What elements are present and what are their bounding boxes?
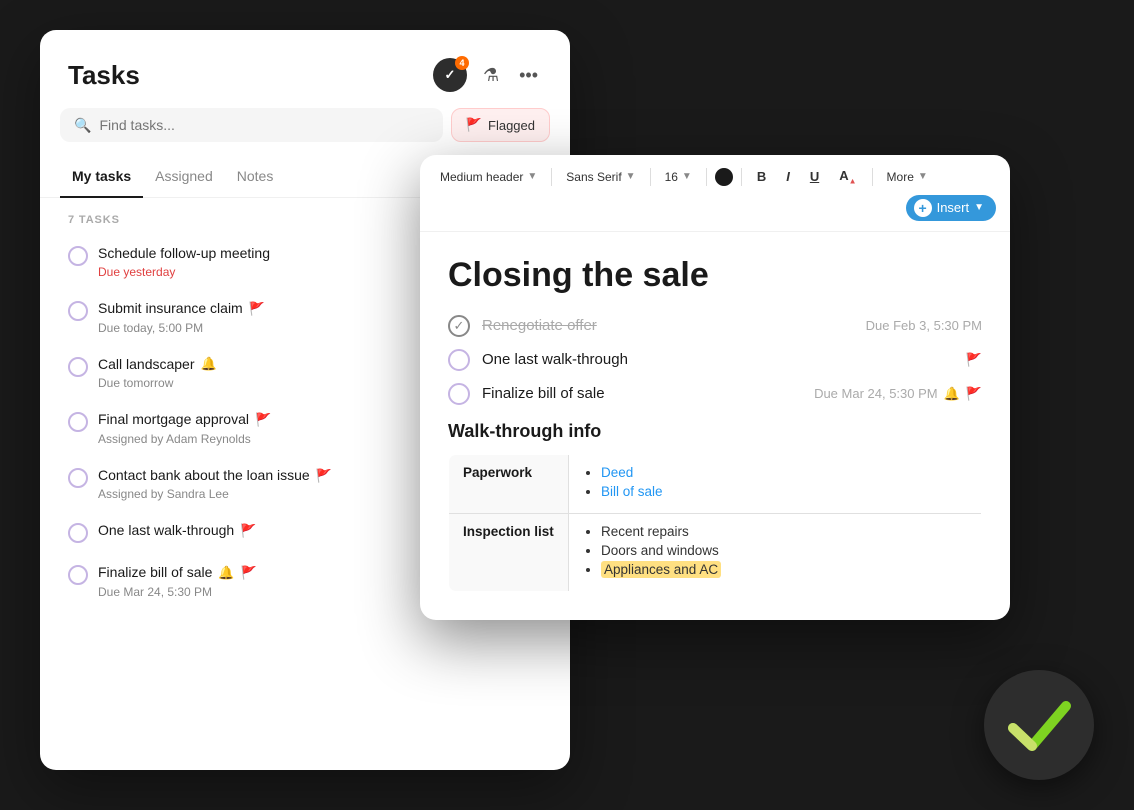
divider — [741, 168, 742, 186]
editor-task-line: ✓ Renegotiate offer Due Feb 3, 5:30 PM — [448, 315, 982, 337]
bullet-list: Recent repairs Doors and windows Applian… — [583, 524, 967, 577]
editor-title: Closing the sale — [448, 256, 982, 295]
bell-icon: 🔔 — [218, 564, 234, 582]
flagged-button[interactable]: 🚩 Flagged — [451, 108, 550, 142]
insert-button[interactable]: + Insert ▼ — [906, 195, 996, 221]
flag-icon: 🚩 — [240, 522, 256, 540]
divider — [650, 168, 651, 186]
task-checkbox[interactable] — [448, 349, 470, 371]
header-actions: ✓ 4 ⚗ ••• — [433, 58, 542, 92]
search-icon: 🔍 — [74, 117, 91, 134]
due-date: Due Feb 3, 5:30 PM — [866, 318, 982, 333]
tab-my-tasks[interactable]: My tasks — [60, 158, 143, 198]
tab-notes[interactable]: Notes — [225, 158, 286, 198]
chevron-down-icon: ▼ — [527, 171, 537, 182]
chevron-down-icon: ▼ — [974, 202, 984, 213]
search-input-wrap[interactable]: 🔍 — [60, 108, 443, 142]
list-item: Appliances and AC — [601, 562, 967, 577]
task-text: Finalize bill of sale — [482, 385, 605, 402]
plus-icon: + — [914, 199, 932, 217]
flag-icon: 🚩 — [966, 386, 982, 402]
task-line-left: One last walk-through — [448, 349, 628, 371]
more-button[interactable]: ••• — [515, 61, 542, 90]
divider — [706, 168, 707, 186]
bell-icon: 🔔 — [944, 386, 960, 402]
highlighted-text: Appliances and AC — [601, 561, 721, 578]
flag-icon: 🚩 — [255, 411, 271, 429]
task-checkbox[interactable] — [68, 357, 88, 377]
table-row: Inspection list Recent repairs Doors and… — [449, 513, 982, 591]
list-item: Recent repairs — [601, 524, 967, 539]
task-checkbox[interactable] — [68, 523, 88, 543]
task-done-checkbox[interactable]: ✓ — [448, 315, 470, 337]
filter-button[interactable]: ⚗ — [479, 61, 503, 90]
section-title: Walk-through info — [448, 421, 982, 442]
list-item: Doors and windows — [601, 543, 967, 558]
flag-icon: 🚩 — [316, 467, 332, 485]
search-bar: 🔍 🚩 Flagged — [60, 108, 550, 142]
task-checkbox[interactable] — [68, 565, 88, 585]
flag-icon: 🚩 — [249, 300, 265, 318]
bullet-list: Deed Bill of sale — [583, 465, 967, 499]
bell-icon: 🔔 — [201, 355, 217, 373]
task-text: One last walk-through — [482, 351, 628, 368]
table-cell-label: Paperwork — [449, 454, 569, 513]
notification-badge: 4 — [455, 56, 469, 70]
tab-assigned[interactable]: Assigned — [143, 158, 225, 198]
task-line-left: Finalize bill of sale — [448, 383, 605, 405]
bill-of-sale-link[interactable]: Bill of sale — [601, 484, 663, 499]
avatar-button[interactable]: ✓ 4 — [433, 58, 467, 92]
italic-button[interactable]: I — [779, 166, 797, 187]
list-item: Deed — [601, 465, 967, 480]
divider — [872, 168, 873, 186]
size-select[interactable]: 16 ▼ — [659, 167, 698, 187]
task-checkbox[interactable] — [68, 301, 88, 321]
editor-toolbar: Medium header ▼ Sans Serif ▼ 16 ▼ B I U … — [420, 155, 1010, 232]
table-cell-content: Deed Bill of sale — [569, 454, 982, 513]
underline-button[interactable]: U — [803, 166, 826, 187]
more-select[interactable]: More ▼ — [881, 167, 934, 187]
table-row: Paperwork Deed Bill of sale — [449, 454, 982, 513]
style-select[interactable]: Medium header ▼ — [434, 167, 543, 187]
flag-icon: 🚩 — [241, 564, 257, 582]
chevron-down-icon: ▼ — [682, 171, 692, 182]
chevron-down-icon: ▼ — [918, 171, 928, 182]
task-checkbox[interactable] — [68, 468, 88, 488]
task-checkbox[interactable] — [448, 383, 470, 405]
due-date: Due Mar 24, 5:30 PM — [814, 386, 938, 401]
editor-task-line: One last walk-through 🚩 — [448, 349, 982, 371]
deed-link[interactable]: Deed — [601, 465, 633, 480]
chevron-down-icon: ▼ — [626, 171, 636, 182]
task-text: Renegotiate offer — [482, 317, 597, 334]
task-checkbox[interactable] — [68, 246, 88, 266]
search-input[interactable] — [99, 117, 428, 133]
editor-panel: Medium header ▼ Sans Serif ▼ 16 ▼ B I U … — [420, 155, 1010, 620]
editor-task-line: Finalize bill of sale Due Mar 24, 5:30 P… — [448, 383, 982, 405]
task-line-left: ✓ Renegotiate offer — [448, 315, 597, 337]
checkmark-badge — [984, 670, 1094, 780]
font-select[interactable]: Sans Serif ▼ — [560, 167, 641, 187]
task-checkbox[interactable] — [68, 412, 88, 432]
bold-button[interactable]: B — [750, 166, 773, 187]
color-picker[interactable] — [715, 168, 733, 186]
checkmark-icon — [1007, 698, 1072, 753]
flag-icon: 🚩 — [466, 117, 482, 133]
divider — [551, 168, 552, 186]
editor-body: Closing the sale ✓ Renegotiate offer Due… — [420, 232, 1010, 620]
table-cell-content: Recent repairs Doors and windows Applian… — [569, 513, 982, 591]
info-table: Paperwork Deed Bill of sale Inspection l… — [448, 454, 982, 592]
flag-icon: 🚩 — [966, 352, 982, 368]
tasks-title: Tasks — [68, 60, 140, 91]
text-color-button[interactable]: A▲ — [832, 165, 863, 189]
table-cell-label: Inspection list — [449, 513, 569, 591]
tasks-header: Tasks ✓ 4 ⚗ ••• — [40, 30, 570, 108]
list-item: Bill of sale — [601, 484, 967, 499]
